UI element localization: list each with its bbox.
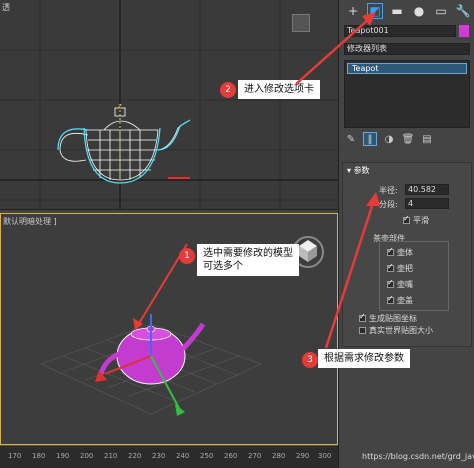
modifier-list-dropdown[interactable]: 修改器列表: [344, 43, 470, 55]
pin-stack-icon[interactable]: ✎: [344, 132, 358, 146]
callout-number-1: 1: [179, 248, 195, 264]
command-panel-tabs: + ◩ ▬ ● ▭ 🔧: [339, 0, 474, 22]
ruler-tick: 300: [318, 452, 332, 460]
callout-select-model: 选中需要修改的模型 可选多个: [197, 244, 299, 276]
ruler-tick: 190: [56, 452, 70, 460]
object-color-swatch[interactable]: [459, 25, 469, 37]
show-end-result-icon[interactable]: ‖: [363, 132, 377, 146]
ruler-tick: 250: [200, 452, 214, 460]
ruler-tick: 260: [224, 452, 238, 460]
part-body-checkbox[interactable]: 壶体: [387, 246, 413, 258]
utilities-icon[interactable]: 🔧: [455, 3, 471, 19]
hierarchy-icon[interactable]: ▬: [389, 3, 405, 19]
command-panel: + ◩ ▬ ● ▭ 🔧 Teapot001 修改器列表 Teapot ✎ ‖ ◑…: [338, 0, 474, 468]
callout-modify-params: 根据需求修改参数: [318, 349, 410, 368]
modifier-stack[interactable]: Teapot: [344, 60, 470, 128]
part-spout-checkbox[interactable]: 壶嘴: [387, 278, 413, 290]
segments-input[interactable]: 4: [405, 198, 449, 209]
motion-icon[interactable]: ●: [411, 3, 427, 19]
timeline-ruler[interactable]: 170 180 190 200 210 220 230 240 250 260 …: [0, 445, 338, 468]
stack-item-teapot[interactable]: Teapot: [347, 63, 467, 74]
callout-enter-modify-tab: 进入修改选项卡: [238, 80, 320, 99]
radius-label: 半径:: [379, 186, 398, 195]
svg-text:z: z: [118, 102, 122, 110]
viewport-perspective[interactable]: 默认明暗处理 ] 选中需要修改的模型 可选多个 1: [0, 213, 338, 445]
modify-icon[interactable]: ◩: [367, 3, 383, 19]
callout-number-2: 2: [220, 82, 236, 98]
object-name-field[interactable]: Teapot001: [344, 25, 456, 37]
ruler-tick: 280: [272, 452, 286, 460]
part-handle-checkbox[interactable]: 壶把: [387, 262, 413, 274]
part-lid-checkbox[interactable]: 壶盖: [387, 294, 413, 306]
remove-modifier-icon[interactable]: 🗑: [401, 132, 415, 146]
radius-input[interactable]: 40.582: [405, 184, 449, 195]
ruler-tick: 290: [296, 452, 310, 460]
ruler-tick: 180: [32, 452, 46, 460]
real-world-map-checkbox[interactable]: 真实世界贴图大小: [359, 325, 433, 336]
ruler-tick: 230: [152, 452, 166, 460]
viewcube-top[interactable]: [292, 14, 310, 32]
callout-number-3: 3: [302, 352, 318, 368]
gen-map-coords-checkbox[interactable]: 生成贴图坐标: [359, 312, 417, 324]
watermark: https://blog.csdn.net/grd_java: [362, 452, 474, 461]
ruler-tick: 210: [104, 452, 118, 460]
segments-label: 分段:: [379, 200, 398, 209]
teapot-side-view: [59, 107, 187, 181]
make-unique-icon[interactable]: ◑: [382, 132, 396, 146]
ruler-tick: 170: [8, 452, 22, 460]
configure-sets-icon[interactable]: ▤: [420, 132, 434, 146]
viewport-top-grid: z: [0, 0, 338, 209]
parameters-rollout: ▾ 参数 半径: 40.582 分段: 4 平滑 茶壶部件 壶体 壶把 壶嘴 壶…: [342, 162, 472, 347]
ruler-tick: 220: [128, 452, 142, 460]
ruler-tick: 270: [248, 452, 262, 460]
rollout-title[interactable]: ▾ 参数: [347, 165, 370, 176]
ruler-tick: 200: [80, 452, 94, 460]
display-icon[interactable]: ▭: [433, 3, 449, 19]
stack-tools: ✎ ‖ ◑ 🗑 ▤: [344, 132, 434, 146]
smooth-checkbox[interactable]: 平滑: [403, 214, 429, 226]
viewport-top[interactable]: 透 z: [0, 0, 338, 210]
plus-icon[interactable]: +: [345, 3, 361, 19]
ruler-tick: 240: [176, 452, 190, 460]
